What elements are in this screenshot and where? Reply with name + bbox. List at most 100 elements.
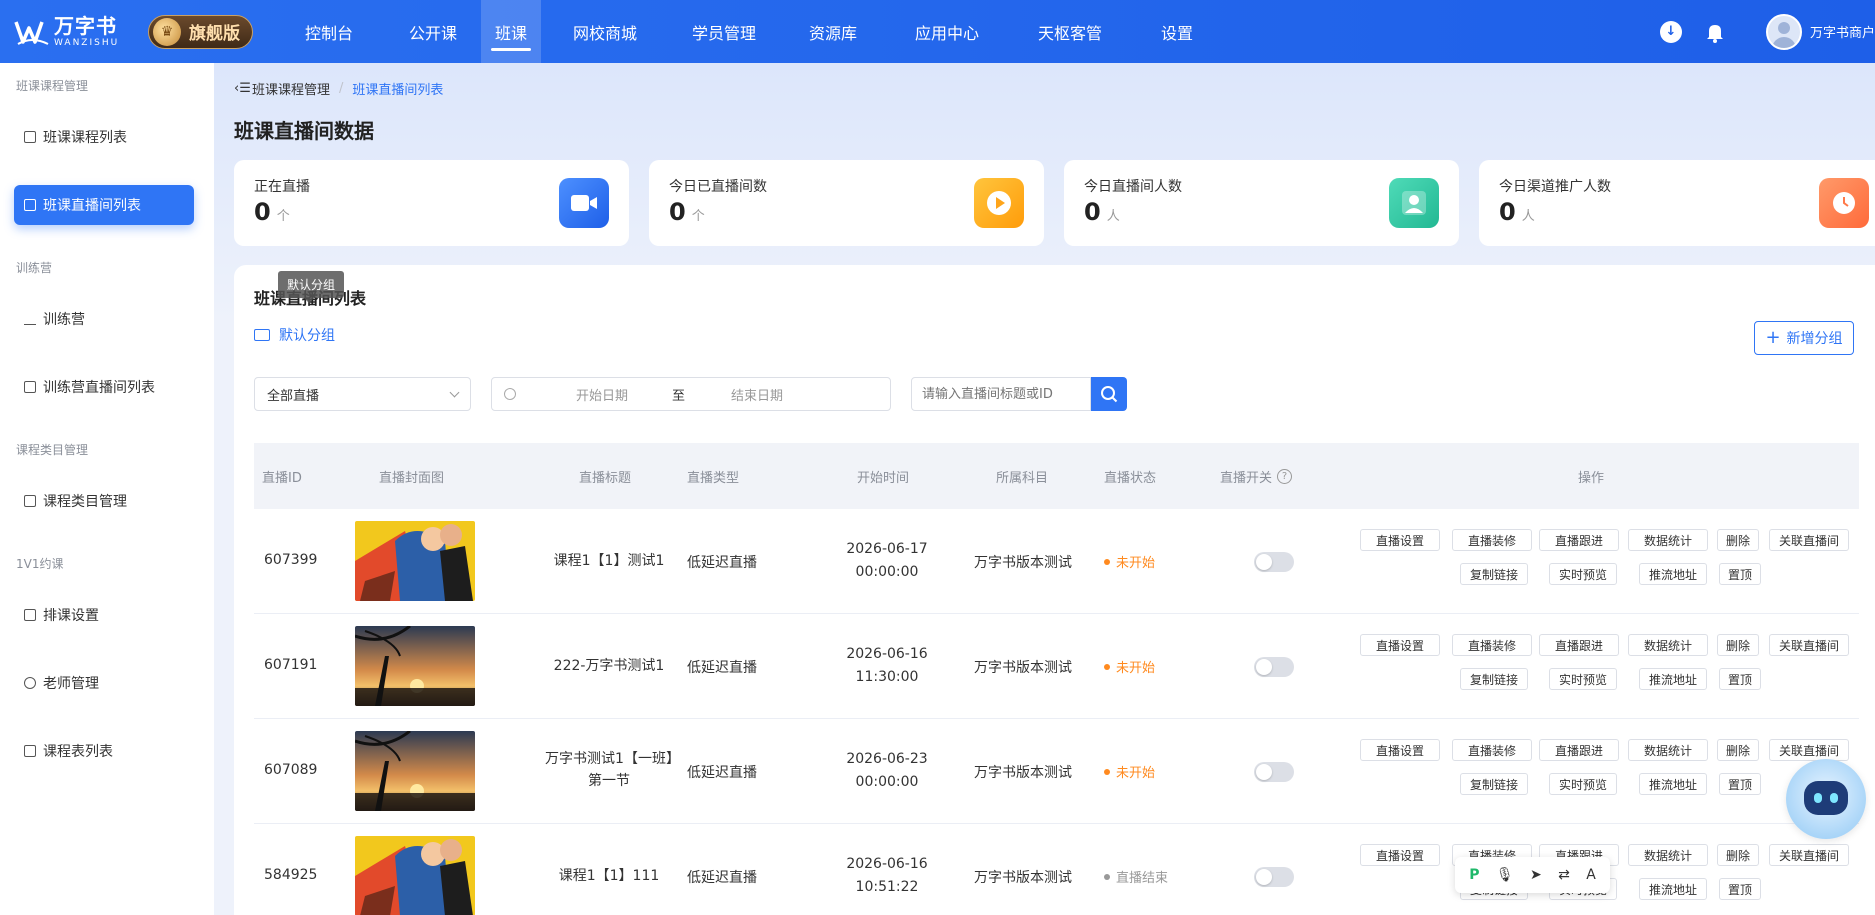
user-icon xyxy=(1389,178,1439,228)
bell-icon[interactable] xyxy=(1704,21,1726,43)
row-action-button[interactable]: 删除 xyxy=(1717,844,1759,866)
sidebar-item-course-category[interactable]: 课程类目管理 xyxy=(14,481,194,521)
row-action-button[interactable]: 直播设置 xyxy=(1360,739,1440,761)
brand-logo[interactable]: 万字书 WANZISHU xyxy=(14,16,144,48)
send-icon[interactable]: ➤ xyxy=(1530,867,1542,883)
row-action-button[interactable]: 置顶 xyxy=(1719,773,1761,795)
nav-resource-library[interactable]: 资源库 xyxy=(779,0,887,63)
end-date-input[interactable]: 结束日期 xyxy=(731,385,783,404)
breadcrumb-parent[interactable]: 班课课程管理 xyxy=(252,79,330,98)
row-action-button[interactable]: 删除 xyxy=(1717,634,1759,656)
table-row: 607399 课程1【1】测试1 低延迟直播 2026-06-17 00:00:00 万… xyxy=(254,509,1859,614)
live-type: 低延迟直播 xyxy=(687,555,757,571)
row-action-button[interactable]: 直播装修 xyxy=(1452,634,1532,656)
sidebar-item-training-camp-live-list[interactable]: 训练营直播间列表 xyxy=(14,367,194,407)
document-icon xyxy=(24,131,36,143)
search-input[interactable] xyxy=(911,377,1091,411)
sidebar-group-title: 班课课程管理 xyxy=(16,79,89,93)
collapse-sidebar-icon[interactable]: ‹☰ xyxy=(234,81,252,96)
row-action-button[interactable]: 数据统计 xyxy=(1628,739,1708,761)
video-camera-icon xyxy=(559,178,609,228)
row-action-button[interactable]: 复制链接 xyxy=(1460,563,1528,585)
start-time: 2026-06-17 00:00:00 xyxy=(846,541,928,580)
row-action-button[interactable]: 关联直播间 xyxy=(1769,529,1849,551)
status-badge: 未开始 xyxy=(1104,762,1155,781)
row-action-button[interactable]: 推流地址 xyxy=(1639,878,1707,900)
row-action-button[interactable]: 复制链接 xyxy=(1460,668,1528,690)
sidebar-item-timetable-list[interactable]: 课程表列表 xyxy=(14,731,194,771)
row-action-button[interactable]: 直播装修 xyxy=(1452,529,1532,551)
ai-assistant-robot-icon[interactable] xyxy=(1786,759,1866,839)
row-action-button[interactable]: 直播跟进 xyxy=(1539,634,1619,656)
row-action-button[interactable]: 置顶 xyxy=(1719,878,1761,900)
row-action-button[interactable]: 删除 xyxy=(1717,739,1759,761)
row-action-button[interactable]: 推流地址 xyxy=(1639,773,1707,795)
row-action-button[interactable]: 置顶 xyxy=(1719,668,1761,690)
row-action-button[interactable]: 推流地址 xyxy=(1639,668,1707,690)
live-switch-toggle[interactable] xyxy=(1254,867,1294,887)
text-ai-icon[interactable]: A xyxy=(1586,867,1596,883)
default-group-link[interactable]: 默认分组 xyxy=(254,325,335,345)
row-action-button[interactable]: 直播设置 xyxy=(1360,634,1440,656)
row-action-button[interactable]: 删除 xyxy=(1717,529,1759,551)
row-action-button[interactable]: 实时预览 xyxy=(1549,773,1617,795)
search-button[interactable] xyxy=(1091,377,1127,411)
sidebar-item-schedule-settings[interactable]: 排课设置 xyxy=(14,595,194,635)
row-action-button[interactable]: 推流地址 xyxy=(1639,563,1707,585)
nav-settings[interactable]: 设置 xyxy=(1133,0,1221,63)
start-date-input[interactable]: 开始日期 xyxy=(576,385,656,404)
row-action-button[interactable]: 数据统计 xyxy=(1628,529,1708,551)
sidebar-item-training-camp[interactable]: 训练营 xyxy=(14,299,194,339)
row-action-button[interactable]: 直播跟进 xyxy=(1539,529,1619,551)
nav-app-center[interactable]: 应用中心 xyxy=(887,0,1007,63)
sidebar-item-class-live-room-list[interactable]: 班课直播间列表 xyxy=(14,185,194,225)
nav-public-course[interactable]: 公开课 xyxy=(385,0,481,63)
live-title: 课程1【1】测试1 xyxy=(553,553,665,569)
page-title: 班课直播间数据 xyxy=(234,119,374,143)
stat-label: 今日渠道推广人数 xyxy=(1499,179,1611,195)
sidebar-item-class-course-list[interactable]: 班课课程列表 xyxy=(14,117,194,157)
help-icon[interactable]: ? xyxy=(1277,468,1293,484)
live-cover-image xyxy=(355,626,475,706)
start-time: 2026-06-16 11:30:00 xyxy=(846,646,928,685)
date-range-picker[interactable]: 开始日期 至 结束日期 xyxy=(491,377,891,411)
row-action-button[interactable]: 复制链接 xyxy=(1460,773,1528,795)
row-action-button[interactable]: 实时预览 xyxy=(1549,668,1617,690)
sidebar-item-teacher-management[interactable]: 老师管理 xyxy=(14,663,194,703)
live-status-select[interactable]: 全部直播 xyxy=(254,377,471,411)
row-action-button[interactable]: 关联直播间 xyxy=(1769,739,1849,761)
row-action-button[interactable]: 直播设置 xyxy=(1360,844,1440,866)
column-header: 直播标题 xyxy=(579,470,632,486)
row-action-button[interactable]: 数据统计 xyxy=(1628,634,1708,656)
live-switch-toggle[interactable] xyxy=(1254,552,1294,572)
add-group-button[interactable]: + 新增分组 xyxy=(1754,321,1854,355)
logo-p-icon[interactable]: P xyxy=(1469,867,1479,883)
row-action-button[interactable]: 直播设置 xyxy=(1360,529,1440,551)
row-action-button[interactable]: 置顶 xyxy=(1719,563,1761,585)
sidebar-item-label: 老师管理 xyxy=(43,676,99,692)
calendar-icon xyxy=(24,745,36,757)
avatar[interactable] xyxy=(1765,13,1802,50)
microphone-icon[interactable]: 🎙 xyxy=(1496,867,1514,883)
nav-tianshu-crm[interactable]: 天枢客管 xyxy=(1007,0,1133,63)
nav-class-course[interactable]: 班课 xyxy=(481,0,541,63)
live-id: 607399 xyxy=(264,552,318,568)
live-switch-toggle[interactable] xyxy=(1254,657,1294,677)
row-action-button[interactable]: 实时预览 xyxy=(1549,563,1617,585)
search-icon xyxy=(1101,386,1118,403)
row-action-button[interactable]: 直播装修 xyxy=(1452,739,1532,761)
row-action-button[interactable]: 数据统计 xyxy=(1628,844,1708,866)
download-icon[interactable]: ↓ xyxy=(1659,20,1682,43)
column-header: 所属科目 xyxy=(996,470,1049,486)
date-range-separator: 至 xyxy=(672,388,686,404)
row-action-button[interactable]: 关联直播间 xyxy=(1769,844,1849,866)
nav-console[interactable]: 控制台 xyxy=(273,0,385,63)
row-action-button[interactable]: 关联直播间 xyxy=(1769,634,1849,656)
calendar-check-icon xyxy=(24,609,36,621)
nav-online-mall[interactable]: 网校商城 xyxy=(541,0,669,63)
user-name[interactable]: 万字书商户 xyxy=(1810,22,1875,41)
live-switch-toggle[interactable] xyxy=(1254,762,1294,782)
translate-icon[interactable]: ⇄ xyxy=(1558,867,1570,883)
row-action-button[interactable]: 直播跟进 xyxy=(1539,739,1619,761)
nav-student-management[interactable]: 学员管理 xyxy=(669,0,779,63)
